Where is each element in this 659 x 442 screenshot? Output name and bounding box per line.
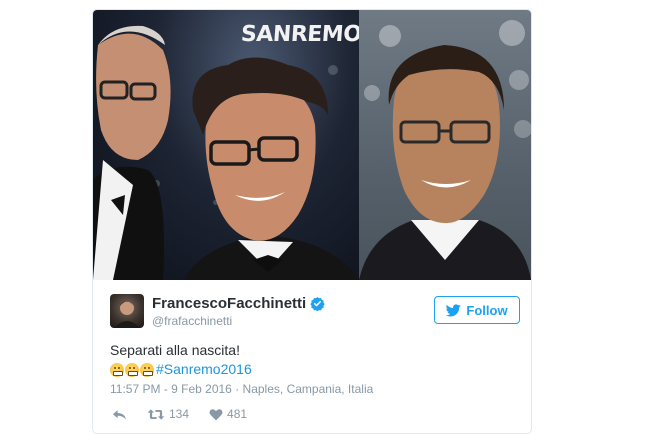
retweet-button[interactable]: 134 — [147, 407, 189, 421]
tweet-text-line: Separati alla nascita! — [110, 342, 240, 358]
media-photo-selfie[interactable]: SANREMO20 — [93, 10, 359, 280]
tweet-actions: 134 481 — [112, 407, 247, 421]
tweet-timestamp-link[interactable]: 11:57 PM - 9 Feb 2016 — [110, 382, 232, 396]
avatar[interactable] — [110, 294, 144, 328]
author-name-text[interactable]: FrancescoFacchinetti — [152, 295, 306, 312]
follow-button-label: Follow — [466, 302, 508, 318]
reply-button[interactable] — [112, 408, 127, 421]
tweet-card: SANREMO20 FrancescoFacchinetti @frafacch… — [92, 9, 532, 434]
grimacing-face-icon — [110, 362, 124, 377]
heart-icon — [209, 408, 223, 420]
selfie-figures — [93, 25, 359, 280]
author-handle[interactable]: @frafacchinetti — [152, 314, 232, 328]
tweet-metadata: 11:57 PM - 9 Feb 2016 · Naples, Campania… — [110, 382, 373, 396]
grimacing-face-icon — [140, 362, 154, 377]
verified-badge-icon — [310, 296, 325, 311]
retweet-icon — [147, 408, 165, 420]
follow-button[interactable]: Follow — [434, 296, 520, 324]
like-button[interactable]: 481 — [209, 407, 247, 421]
tweet-text: Separati alla nascita! #Sanremo2016 — [110, 341, 520, 379]
media-photo-portrait[interactable] — [359, 10, 531, 280]
tweet-location[interactable]: Naples, Campania, Italia — [243, 382, 374, 396]
tweet-header: FrancescoFacchinetti @frafacchinetti Fol… — [110, 294, 520, 330]
tweet-emoji-line: #Sanremo2016 — [110, 360, 520, 379]
portrait-figure — [359, 45, 531, 280]
author-name[interactable]: FrancescoFacchinetti — [152, 295, 325, 312]
like-count: 481 — [227, 407, 248, 421]
grimacing-face-icon — [125, 362, 139, 377]
tweet-media[interactable]: SANREMO20 — [93, 10, 531, 280]
reply-icon — [112, 409, 126, 419]
hashtag-link[interactable]: #Sanremo2016 — [156, 360, 252, 379]
twitter-bird-icon — [446, 303, 462, 316]
meta-separator: · — [235, 382, 240, 396]
retweet-count: 134 — [169, 407, 190, 421]
